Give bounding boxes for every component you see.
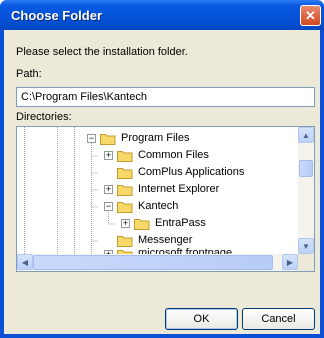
folder-open-icon (117, 202, 133, 213)
arrow-down-icon: ▼ (302, 241, 310, 251)
tree-node-internet-explorer[interactable]: + Internet Explorer (17, 181, 298, 198)
horizontal-scrollbar[interactable]: ◀ ▶ (17, 254, 298, 271)
tree-node-label: Kantech (138, 200, 179, 212)
tree-node-entrapass[interactable]: + EntraPass (17, 215, 298, 232)
scroll-up-button[interactable]: ▲ (298, 127, 314, 143)
tree-node-label: ComPlus Applications (138, 166, 245, 178)
folder-icon (117, 185, 133, 196)
title-bar[interactable]: Choose Folder ✕ (0, 0, 324, 30)
choose-folder-dialog: Choose Folder ✕ Please select the instal… (0, 0, 324, 338)
expand-icon[interactable]: + (121, 219, 130, 228)
window-title: Choose Folder (11, 8, 103, 23)
arrow-right-icon: ▶ (286, 257, 294, 267)
expand-icon[interactable]: + (104, 151, 113, 160)
tree-node-label: Messenger (138, 234, 193, 246)
scroll-left-button[interactable]: ◀ (17, 254, 33, 270)
close-button[interactable]: ✕ (300, 5, 321, 26)
arrow-up-icon: ▲ (302, 130, 310, 140)
horizontal-scroll-thumb[interactable] (33, 255, 273, 270)
scroll-down-button[interactable]: ▼ (298, 238, 314, 254)
tree-node-kantech[interactable]: − Kantech (17, 198, 298, 215)
path-input[interactable]: C:\Program Files\Kantech (16, 87, 315, 107)
folder-open-icon (100, 134, 116, 145)
scroll-right-button[interactable]: ▶ (282, 254, 298, 270)
folder-icon (117, 151, 133, 162)
collapse-icon[interactable]: − (87, 134, 96, 143)
cancel-button[interactable]: Cancel (242, 308, 315, 330)
tree-node-complus-applications[interactable]: ComPlus Applications (17, 164, 298, 181)
folder-icon (117, 236, 133, 247)
tree-node-label: EntraPass (155, 217, 206, 229)
close-icon: ✕ (305, 7, 316, 23)
directories-tree[interactable]: − Program Files + Common Files ComPlus A… (16, 126, 315, 272)
tree-node-common-files[interactable]: + Common Files (17, 147, 298, 164)
arrow-left-icon: ◀ (21, 257, 29, 267)
collapse-icon[interactable]: − (104, 202, 113, 211)
instruction-text: Please select the installation folder. (16, 46, 188, 58)
vertical-scroll-thumb[interactable] (299, 160, 313, 177)
tree-node-program-files[interactable]: − Program Files (17, 130, 298, 147)
directories-label: Directories: (16, 111, 72, 123)
tree-node-label: Internet Explorer (138, 183, 220, 195)
scrollbar-corner (298, 254, 314, 271)
expand-icon[interactable]: + (104, 185, 113, 194)
folder-icon (134, 219, 150, 230)
vertical-scrollbar[interactable]: ▲ ▼ (298, 127, 314, 254)
tree-node-label: Program Files (121, 132, 190, 144)
path-label: Path: (16, 68, 42, 80)
folder-icon (117, 168, 133, 179)
tree-node-label: Common Files (138, 149, 209, 161)
ok-button[interactable]: OK (165, 308, 238, 330)
